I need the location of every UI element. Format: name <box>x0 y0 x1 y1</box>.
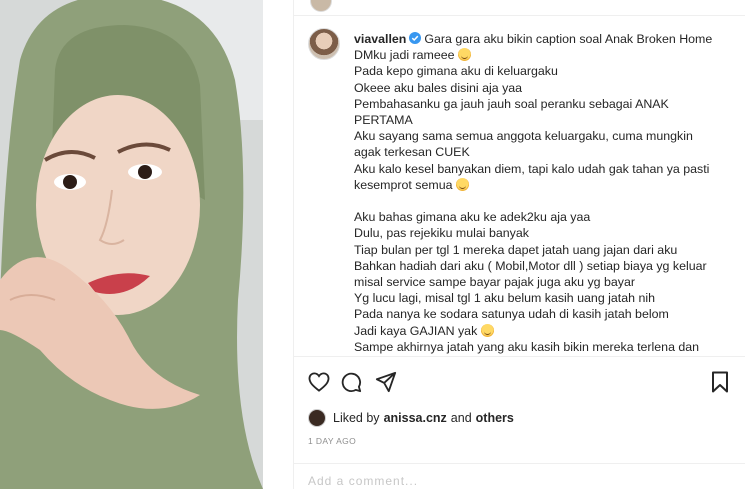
verified-badge-icon <box>409 32 422 44</box>
caption-line-19: Sampe akhirnya jatah yang aku kasih biki… <box>354 339 745 354</box>
caption-line-text: misal service sampe bayar pajak juga aku… <box>354 275 635 290</box>
caption-block: viavallen Gara gara aku bikin caption soa… <box>308 28 745 354</box>
caption-line-11: Aku bahas gimana aku ke adek2ku aja yaa <box>354 209 745 225</box>
caption-line-text: Pada kepo gimana aku di keluargaku <box>354 64 558 79</box>
caption-line-text: Gara gara aku bikin caption soal Anak Br… <box>424 32 713 46</box>
likes-others-link[interactable]: others <box>476 411 514 425</box>
caption-gap <box>354 193 745 209</box>
header-avatar[interactable] <box>310 0 332 12</box>
author-avatar[interactable] <box>308 28 340 60</box>
caption-line-text: Tiap bulan per tgl 1 mereka dapet jatah … <box>354 242 678 257</box>
heart-icon <box>308 372 330 392</box>
post-timestamp[interactable]: 1 DAY AGO <box>308 436 356 446</box>
send-icon <box>375 371 397 393</box>
caption-line-9: kesemprot semua <box>354 177 745 193</box>
comment-icon <box>341 372 362 393</box>
caption-line-7: agak terkesan CUEK <box>354 144 745 160</box>
caption-line-text: agak terkesan CUEK <box>354 145 470 160</box>
caption-line-1: DMku jadi rameee <box>354 47 745 63</box>
caption-line-2: Pada kepo gimana aku di keluargaku <box>354 63 745 79</box>
caption-line-16: Yg lucu lagi, misal tgl 1 aku belum kasi… <box>354 290 745 306</box>
divider <box>294 463 745 464</box>
caption-line-13: Tiap bulan per tgl 1 mereka dapet jatah … <box>354 242 745 258</box>
caption-text: viavallen Gara gara aku bikin caption soa… <box>354 31 745 354</box>
caption-line-text: Sampe akhirnya jatah yang aku kasih biki… <box>354 339 700 354</box>
caption-line-5: PERTAMA <box>354 112 745 128</box>
caption-line-18: Jadi kaya GAJIAN yak <box>354 323 745 339</box>
caption-line-text: Jadi kaya GAJIAN yak <box>354 323 478 338</box>
caption-line-17: Pada nanya ke sodara satunya udah di kas… <box>354 306 745 322</box>
rolling-laugh-emoji <box>480 323 494 337</box>
caption-line-12: Dulu, pas rejekiku mulai banyak <box>354 225 745 241</box>
likes-summary: Liked by anissa.cnz and others <box>308 408 514 428</box>
save-button[interactable] <box>707 369 733 395</box>
caption-line-0: viavallen Gara gara aku bikin caption soa… <box>354 31 745 47</box>
caption-line-4: Pembahasanku ga jauh jauh soal peranku s… <box>354 96 745 112</box>
bookmark-icon <box>712 371 728 393</box>
caption-line-text: Aku bahas gimana aku ke adek2ku aja yaa <box>354 210 591 225</box>
caption-line-text: Dulu, pas rejekiku mulai banyak <box>354 226 529 241</box>
grinning-sweat-emoji <box>458 48 471 62</box>
caption-line-6: Aku sayang sama semua anggota keluargaku… <box>354 128 745 144</box>
likes-prefix: Liked by <box>333 411 380 425</box>
caption-line-text: Bahkan hadiah dari aku ( Mobil,Motor dll… <box>354 258 707 273</box>
share-button[interactable] <box>373 369 399 395</box>
comment-button[interactable] <box>338 369 364 395</box>
caption-line-text: kesemprot semua <box>354 177 453 192</box>
post-photo <box>0 0 263 489</box>
divider <box>294 356 745 357</box>
likes-joiner: and <box>450 411 472 425</box>
liker-avatar[interactable] <box>308 409 326 427</box>
author-username[interactable]: viavallen <box>354 32 406 46</box>
caption-line-text: PERTAMA <box>354 113 413 128</box>
gutter <box>263 0 293 489</box>
caption-line-15: misal service sampe bayar pajak juga aku… <box>354 274 745 290</box>
caption-line-8: Aku kalo kesel banyakan diem, tapi kalo … <box>354 161 745 177</box>
add-comment-input[interactable]: Add a comment... <box>308 474 738 489</box>
grinning-sweat-emoji <box>455 177 469 191</box>
caption-line-text: Aku kalo kesel banyakan diem, tapi kalo … <box>354 161 710 176</box>
caption-line-text: Pembahasanku ga jauh jauh soal peranku s… <box>354 96 669 111</box>
caption-line-14: Bahkan hadiah dari aku ( Mobil,Motor dll… <box>354 258 745 274</box>
post-side-panel: viavallen Gara gara aku bikin caption soa… <box>293 0 745 489</box>
liker-username[interactable]: anissa.cnz <box>384 411 447 425</box>
caption-line-text: Pada nanya ke sodara satunya udah di kas… <box>354 307 669 322</box>
caption-line-text: Aku sayang sama semua anggota keluargaku… <box>354 129 693 144</box>
caption-line-text: DMku jadi rameee <box>354 48 455 63</box>
comment-placeholder: Add a comment... <box>308 474 419 488</box>
caption-line-3: Okeee aku bales disini aja yaa <box>354 80 745 96</box>
caption-line-text: Yg lucu lagi, misal tgl 1 aku belum kasi… <box>354 291 655 306</box>
like-button[interactable] <box>306 369 332 395</box>
post-header-strip <box>294 0 745 16</box>
caption-line-text: Okeee aku bales disini aja yaa <box>354 80 523 95</box>
action-bar <box>306 369 736 395</box>
